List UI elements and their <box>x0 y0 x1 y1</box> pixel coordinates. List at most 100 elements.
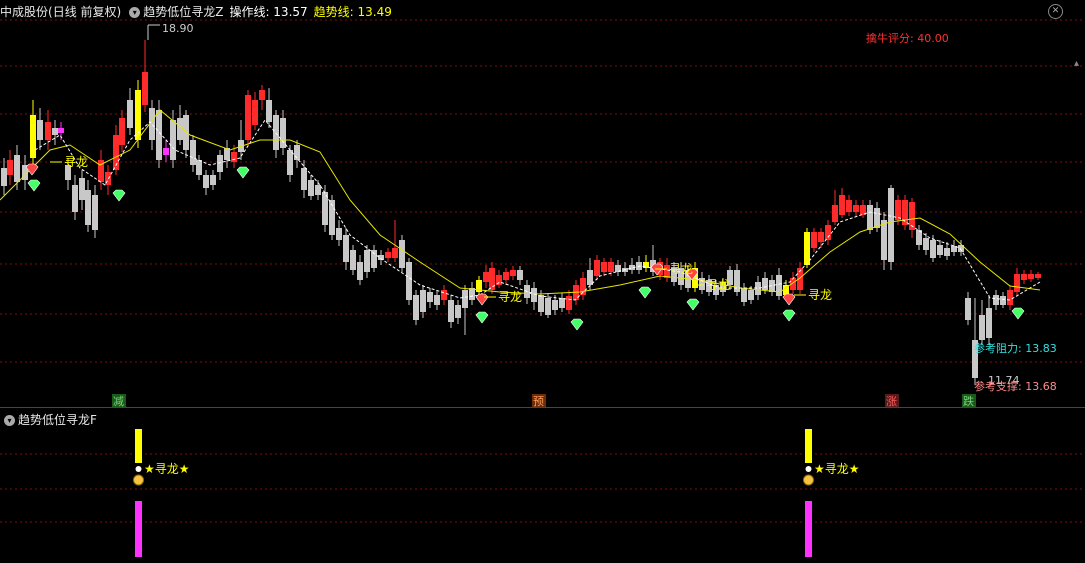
signal-label-4: 寻龙 <box>808 288 832 302</box>
candle-body <box>245 95 251 140</box>
candle-body <box>510 270 516 276</box>
candle-body <box>874 208 880 228</box>
candle-body <box>986 308 992 338</box>
candle-body <box>170 120 176 160</box>
candle-body <box>357 262 363 280</box>
candle-body <box>741 288 747 302</box>
candle-body <box>455 305 461 318</box>
buy-diamond-icon <box>782 309 796 322</box>
buy-diamond-icon <box>112 189 126 202</box>
candle-body <box>142 72 148 105</box>
candle-body <box>517 270 523 280</box>
candle-body <box>601 262 607 272</box>
candle-body <box>420 290 426 312</box>
score-label: 擒牛评分: 40.00 <box>866 32 949 45</box>
candle-body <box>252 100 258 125</box>
stock-name[interactable]: 中成股份 <box>0 3 48 20</box>
candle-body <box>1035 274 1041 278</box>
candle-body <box>489 268 495 290</box>
candle-body <box>853 205 859 212</box>
candle-body <box>196 160 202 175</box>
dropdown-icon[interactable]: ▾ <box>4 415 15 426</box>
candle-body <box>58 128 64 133</box>
candle-body <box>392 248 398 258</box>
candle-body <box>776 275 782 296</box>
signal-bar-bottom <box>805 501 812 557</box>
candle-body <box>364 250 370 272</box>
candle-body <box>811 232 817 248</box>
candle-body <box>993 295 999 305</box>
signal-bar-bottom <box>135 501 142 557</box>
candle-body <box>748 290 754 300</box>
sub-signal-label-0: ★寻龙★ <box>144 462 190 476</box>
main-chart-panel[interactable]: 寻龙 寻龙 寻龙 寻龙 寻龙 18.90 11.74 参考阻力: 13.83 参考支撑: 13.… <box>0 0 1085 408</box>
candle-body <box>832 205 838 222</box>
buy-diamond-icon <box>638 286 652 299</box>
candle-body <box>79 178 85 200</box>
sub-header: ▾ 趋势低位寻龙F <box>2 411 97 428</box>
candle-body <box>37 120 43 140</box>
marker-label-1: 预 <box>533 395 544 408</box>
candle-body <box>944 248 950 256</box>
candle-body <box>937 245 943 255</box>
coin-icon <box>803 474 814 486</box>
candle-body <box>350 250 356 270</box>
candle-body <box>441 290 447 300</box>
candle-body <box>45 122 51 140</box>
candle-body <box>825 225 831 240</box>
candle-body <box>762 278 768 290</box>
candle-body <box>448 300 454 322</box>
candle-body <box>545 298 551 315</box>
candle-body <box>371 250 377 268</box>
candle-body <box>273 115 279 150</box>
candle-body <box>483 272 489 282</box>
candle-body <box>399 240 405 268</box>
resistance-label: 参考阻力: 13.83 <box>974 341 1057 355</box>
candle-body <box>503 272 509 280</box>
candle-body <box>308 180 314 196</box>
indicator-panel[interactable]: ★寻龙★ ★寻龙★ ▾ 趋势低位寻龙F <box>0 409 1085 559</box>
indicator-chart[interactable]: ★寻龙★ ★寻龙★ <box>0 409 1085 559</box>
sub-indicator-name[interactable]: 趋势低位寻龙F <box>18 413 97 427</box>
candle-body <box>1 168 7 186</box>
candle-body <box>52 128 58 135</box>
dropdown-icon[interactable]: ▾ <box>129 7 141 18</box>
candle-body <box>888 188 894 262</box>
candlestick-chart[interactable]: 寻龙寻龙寻龙寻龙寻龙18.9011.74参考阻力: 13.83参考支撑: 13.… <box>0 0 1085 408</box>
candle-body <box>552 300 558 310</box>
candle-body <box>881 220 887 260</box>
marker-label-0: 减 <box>113 395 124 408</box>
candle-body <box>1021 274 1027 280</box>
signal-label-0: 寻龙 <box>64 155 88 169</box>
candle-body <box>587 270 593 285</box>
marker-label-3: 跌 <box>963 394 974 408</box>
buy-diamond-icon <box>570 318 584 331</box>
candle-body <box>287 150 293 175</box>
candle-body <box>462 290 468 308</box>
close-icon[interactable]: ✕ <box>1048 4 1063 19</box>
buy-diamond-icon <box>236 166 250 179</box>
coin-icon <box>133 474 144 486</box>
candle-body <box>14 155 20 182</box>
candle-body <box>119 118 125 145</box>
candle-body <box>804 232 810 265</box>
candle-body <box>336 228 342 240</box>
candle-body <box>1007 290 1013 305</box>
dot-icon <box>805 466 812 472</box>
support-label: 参考支撑: 13.68 <box>974 379 1057 393</box>
expand-icon[interactable]: ▴ <box>1074 58 1079 69</box>
signal-bar-top <box>805 429 812 463</box>
period-label[interactable]: (日线 前复权) <box>48 3 121 20</box>
candle-body <box>315 185 321 195</box>
candle-body <box>1014 274 1020 292</box>
candle-body <box>538 295 544 312</box>
op-line-label: 操作线: 13.57 <box>229 5 308 19</box>
candle-body <box>846 200 852 212</box>
indicator-name[interactable]: 趋势低位寻龙Z <box>143 3 223 20</box>
candle-body <box>930 240 936 258</box>
dot-icon <box>135 466 142 472</box>
buy-diamond-icon <box>475 311 489 324</box>
candle-body <box>30 115 36 158</box>
candle-body <box>413 295 419 320</box>
candle-body <box>92 195 98 230</box>
